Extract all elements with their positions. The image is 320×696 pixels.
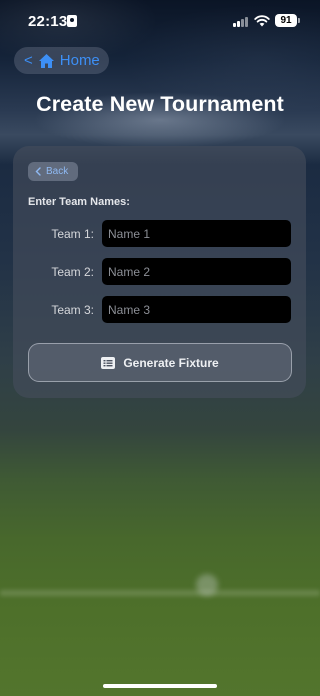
back-label: Back — [46, 166, 69, 177]
list-icon — [101, 356, 116, 369]
team-row-1: Team 1: — [13, 220, 306, 247]
cellular-signal-icon — [233, 16, 249, 27]
home-button[interactable]: < Home — [14, 47, 109, 74]
team-3-label: Team 3: — [51, 303, 94, 317]
chevron-left-icon — [35, 167, 41, 176]
team-1-label: Team 1: — [51, 227, 94, 241]
chevron-left-icon: < — [24, 52, 33, 69]
back-button[interactable]: Back — [28, 162, 78, 181]
tournament-form-card: Back Enter Team Names: Team 1: Team 2: T… — [13, 146, 306, 398]
home-label: Home — [59, 52, 100, 69]
status-bar: 22:13 91 — [0, 0, 320, 44]
pitch-line — [0, 590, 320, 596]
wifi-icon — [254, 15, 270, 27]
contact-badge-icon — [67, 15, 77, 27]
home-indicator[interactable] — [103, 684, 217, 688]
team-3-input[interactable] — [102, 296, 291, 323]
team-1-input[interactable] — [102, 220, 291, 247]
page-title: Create New Tournament — [36, 92, 284, 116]
team-2-label: Team 2: — [51, 265, 94, 279]
team-names-heading: Enter Team Names: — [28, 196, 130, 208]
team-row-3: Team 3: — [13, 296, 306, 323]
generate-fixture-button[interactable]: Generate Fixture — [28, 343, 292, 382]
status-time: 22:13 — [28, 13, 68, 30]
team-row-2: Team 2: — [13, 258, 306, 285]
house-icon — [38, 53, 54, 68]
generate-fixture-label: Generate Fixture — [123, 355, 219, 370]
team-2-input[interactable] — [102, 258, 291, 285]
battery-indicator: 91 — [275, 14, 300, 27]
ball-blur — [196, 574, 218, 596]
